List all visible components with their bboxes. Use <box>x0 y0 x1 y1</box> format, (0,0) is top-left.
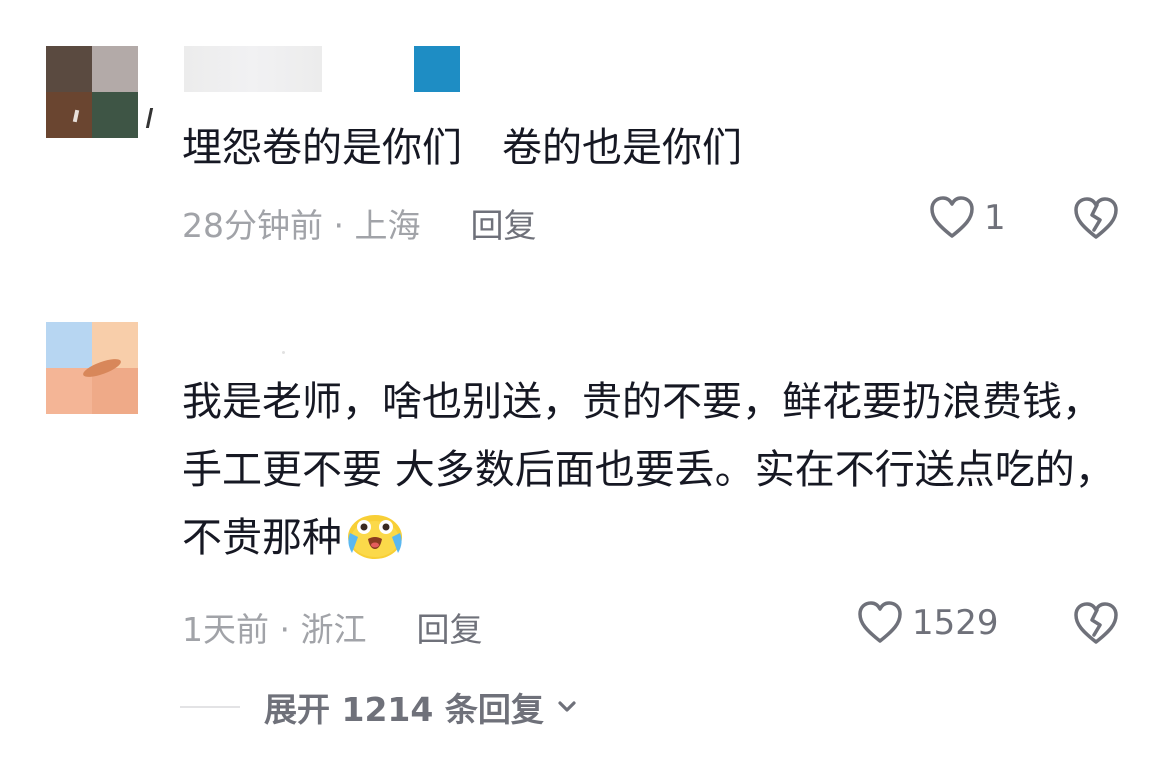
avatar-tile <box>92 92 138 138</box>
heart-outline-icon <box>858 601 902 643</box>
avatar[interactable] <box>46 46 138 138</box>
avatar-tile <box>46 46 92 92</box>
user-badge <box>414 46 460 92</box>
crying-face-emoji <box>348 515 402 559</box>
comment-location: 上海 <box>354 206 421 245</box>
comment-item-2: 我是老师，啥也别送，贵的不要，鲜花要扔浪费钱，手工更不要 大多数后面也要丢。实在… <box>0 300 1170 780</box>
expand-replies-label: 展开 1214 条回复 <box>264 690 544 729</box>
avatar-tile <box>46 92 92 138</box>
like-button[interactable]: 1529 <box>856 600 999 646</box>
broken-heart-icon[interactable] <box>1072 601 1120 647</box>
expand-divider <box>180 706 240 708</box>
heart-outline-icon <box>930 196 974 238</box>
comment-text-content: 我是老师，啥也别送，贵的不要，鲜花要扔浪费钱，手工更不要 大多数后面也要丢。实在… <box>182 379 1115 561</box>
comment-location: 浙江 <box>300 610 367 649</box>
username-redacted[interactable] <box>184 46 322 92</box>
comment-time: 28分钟前 <box>182 206 323 245</box>
comment-text: 我是老师，啥也别送，贵的不要，鲜花要扔浪费钱，手工更不要 大多数后面也要丢。实在… <box>182 368 1132 572</box>
comment-meta: 1天前 · 浙江 回复 <box>182 603 482 651</box>
reply-button[interactable]: 回复 <box>470 206 536 245</box>
like-count: 1529 <box>912 603 999 643</box>
avatar-detail <box>72 109 80 123</box>
meta-separator: · <box>269 610 301 649</box>
reply-button[interactable]: 回复 <box>416 610 482 649</box>
meta-separator: · <box>323 206 355 245</box>
avatar-tile <box>92 46 138 92</box>
username-redacted[interactable] <box>282 351 285 354</box>
like-button[interactable]: 1 <box>928 195 1006 241</box>
like-count: 1 <box>984 198 1006 238</box>
avatar[interactable] <box>46 322 138 414</box>
expand-replies-button[interactable]: 展开 1214 条回复 <box>180 683 580 731</box>
comment-item-1: 埋怨卷的是你们 卷的也是你们 28分钟前 · 上海 回复 1 <box>0 0 1170 300</box>
comment-time: 1天前 <box>182 610 269 649</box>
avatar-tile <box>46 322 92 368</box>
chevron-down-icon <box>558 701 576 712</box>
stray-mark <box>145 108 154 128</box>
comment-text: 埋怨卷的是你们 卷的也是你们 <box>182 125 742 171</box>
comment-meta: 28分钟前 · 上海 回复 <box>182 199 536 247</box>
broken-heart-icon[interactable] <box>1072 196 1120 242</box>
